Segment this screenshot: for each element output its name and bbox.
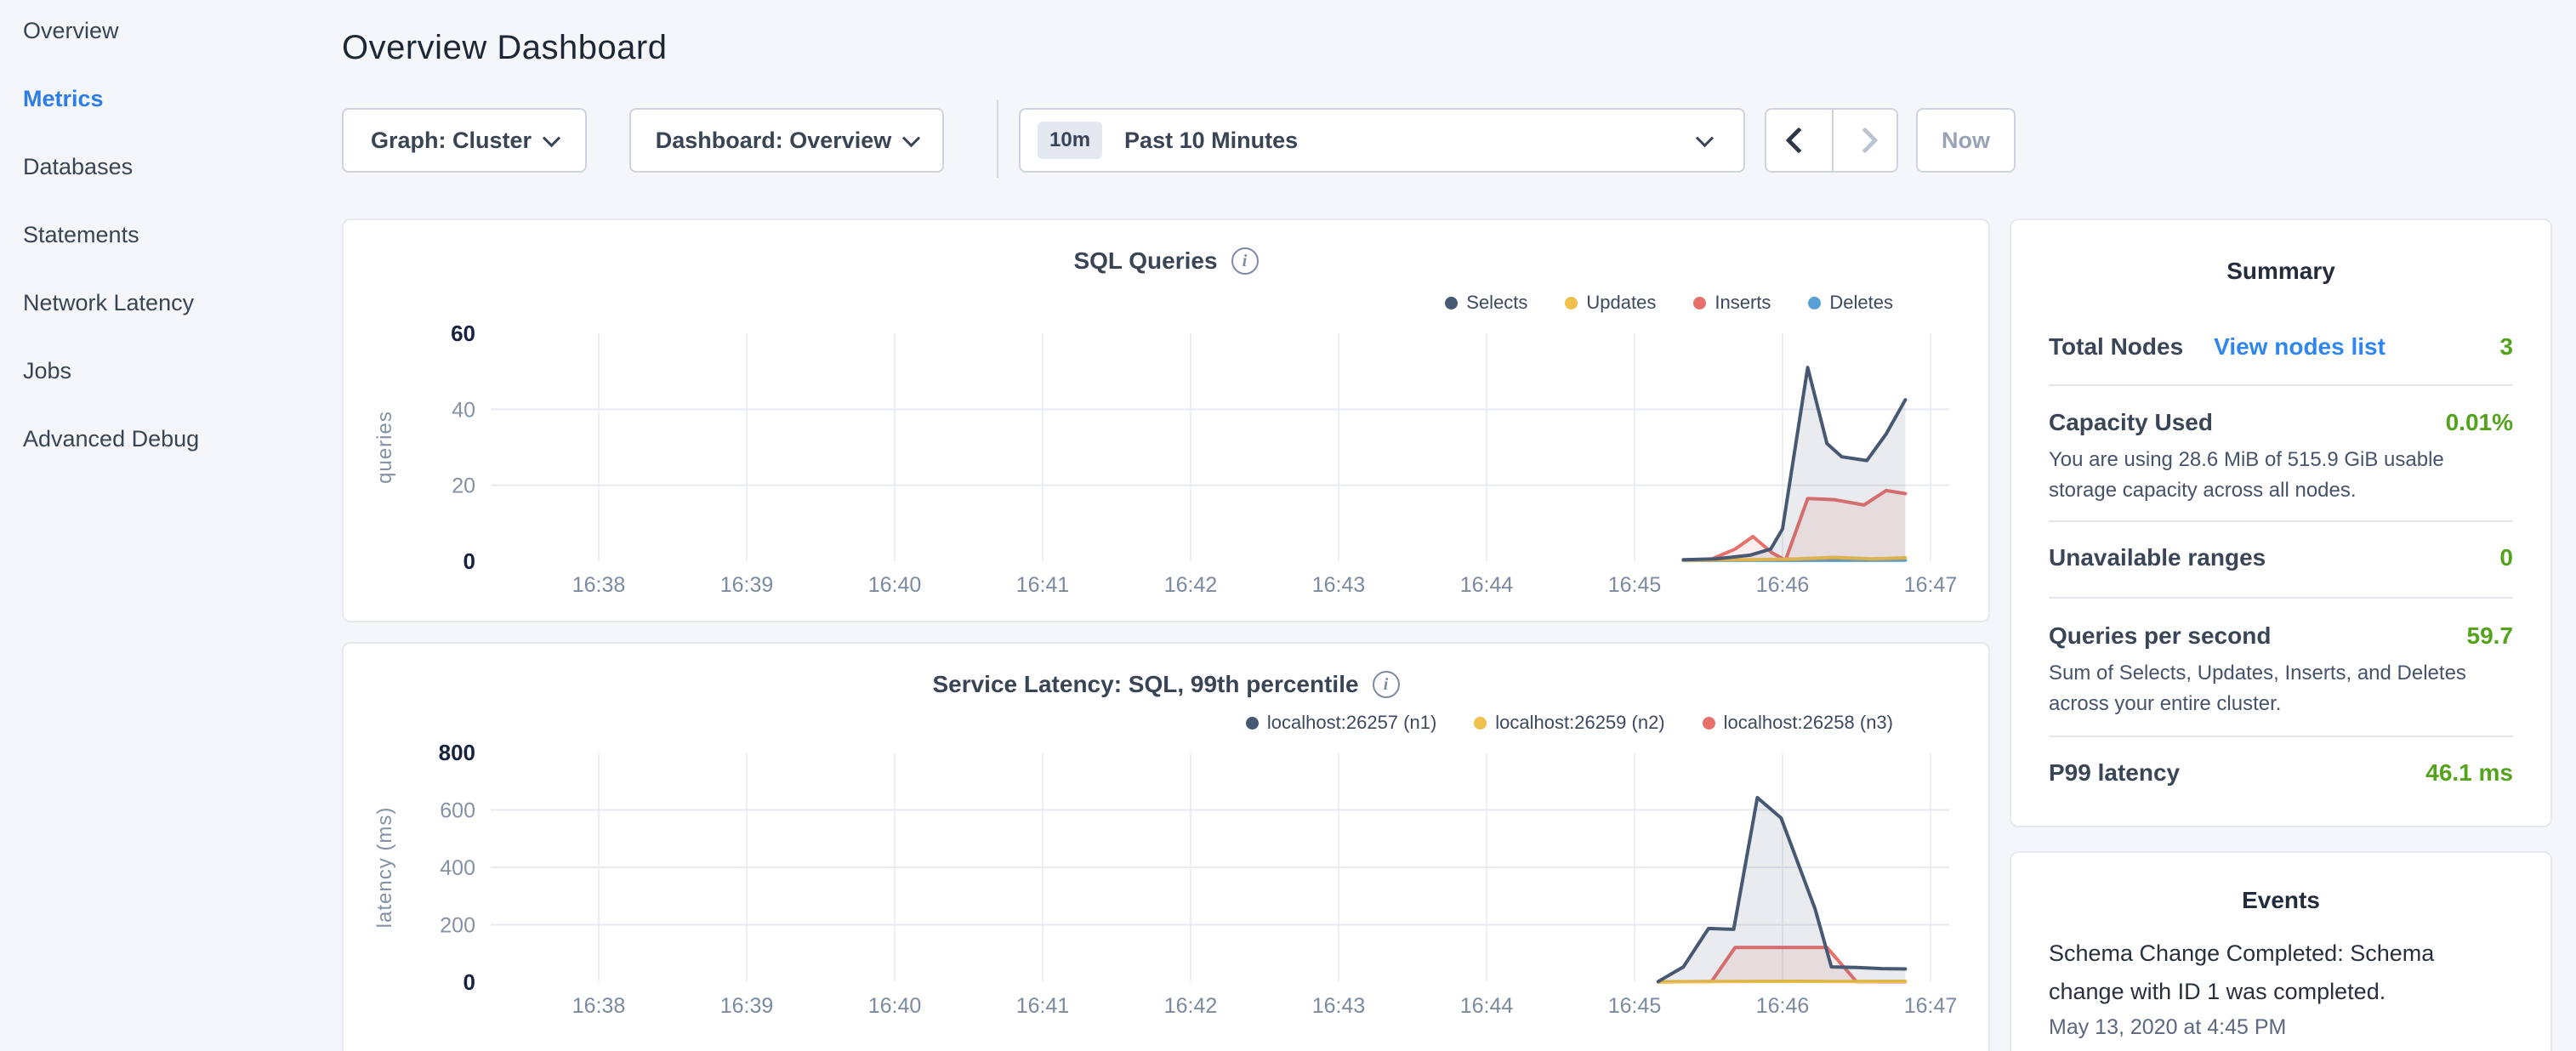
chevron-left-icon — [1786, 127, 1812, 153]
svg-text:16:46: 16:46 — [1756, 994, 1810, 1018]
svg-text:16:44: 16:44 — [1460, 994, 1514, 1018]
event-list-item[interactable]: Schema Change Completed: Schema change w… — [2049, 935, 2474, 1040]
p99-latency-label: P99 latency — [2049, 759, 2180, 787]
service-latency-chart-card: Service Latency: SQL, 99th percentile i … — [342, 642, 1990, 1051]
queries-per-second-label: Queries per second — [2049, 622, 2271, 650]
capacity-used-description: You are using 28.6 MiB of 515.9 GiB usab… — [2049, 445, 2513, 506]
svg-text:16:43: 16:43 — [1312, 573, 1366, 597]
svg-text:0: 0 — [463, 548, 475, 574]
svg-text:16:38: 16:38 — [572, 994, 626, 1018]
svg-text:16:42: 16:42 — [1164, 994, 1218, 1018]
svg-text:16:38: 16:38 — [572, 573, 626, 597]
time-range-dropdown[interactable]: 10m Past 10 Minutes — [1019, 108, 1745, 173]
svg-text:200: 200 — [440, 914, 475, 938]
divider — [2049, 736, 2513, 737]
unavailable-ranges-value: 0 — [2499, 544, 2513, 571]
time-range-label: Past 10 Minutes — [1124, 128, 1298, 154]
sidebar-item-jobs[interactable]: Jobs — [23, 360, 199, 383]
events-title: Events — [2011, 887, 2550, 914]
unavailable-ranges-label: Unavailable ranges — [2049, 544, 2266, 571]
svg-text:latency (ms): latency (ms) — [373, 807, 396, 929]
svg-text:60: 60 — [451, 321, 475, 346]
total-nodes-label: Total Nodes — [2049, 333, 2183, 361]
sidebar-item-network-latency[interactable]: Network Latency — [23, 292, 199, 315]
svg-text:400: 400 — [440, 856, 475, 880]
summary-row-total-nodes: Total Nodes View nodes list 3 — [2049, 333, 2513, 361]
sql-queries-chart-card: SQL Queries i Selects Updates Inserts De… — [342, 219, 1990, 622]
svg-text:16:47: 16:47 — [1904, 573, 1958, 597]
svg-text:16:46: 16:46 — [1756, 573, 1810, 597]
now-button[interactable]: Now — [1916, 108, 2016, 173]
svg-text:queries: queries — [373, 411, 396, 484]
svg-text:16:47: 16:47 — [1904, 994, 1958, 1018]
chevron-down-icon — [543, 129, 560, 147]
summary-row-capacity: Capacity Used 0.01% You are using 28.6 M… — [2049, 409, 2513, 506]
svg-text:16:39: 16:39 — [720, 994, 774, 1018]
svg-text:16:41: 16:41 — [1016, 573, 1070, 597]
capacity-used-value: 0.01% — [2446, 409, 2513, 436]
svg-text:16:43: 16:43 — [1312, 994, 1366, 1018]
event-message: Schema Change Completed: Schema change w… — [2049, 935, 2474, 1011]
time-range-badge: 10m — [1038, 122, 1102, 159]
chevron-right-icon — [1851, 127, 1878, 153]
svg-text:16:40: 16:40 — [868, 994, 922, 1018]
graph-source-dropdown[interactable]: Graph: Cluster — [342, 108, 587, 173]
svg-text:0: 0 — [463, 969, 475, 995]
summary-row-unavailable-ranges: Unavailable ranges 0 — [2049, 544, 2513, 571]
sidebar: Overview Metrics Databases Statements Ne… — [23, 20, 199, 451]
total-nodes-value: 3 — [2499, 333, 2513, 361]
divider — [2049, 384, 2513, 386]
summary-row-p99-latency: P99 latency 46.1 ms — [2049, 759, 2513, 787]
events-panel: Events Schema Change Completed: Schema c… — [2010, 851, 2552, 1051]
event-timestamp: May 13, 2020 at 4:45 PM — [2049, 1015, 2474, 1040]
p99-latency-value: 46.1 ms — [2425, 759, 2513, 787]
dashboard-dropdown[interactable]: Dashboard: Overview — [629, 108, 944, 173]
summary-row-qps: Queries per second 59.7 Sum of Selects, … — [2049, 622, 2513, 719]
summary-title: Summary — [2011, 258, 2550, 285]
time-next-button[interactable] — [1832, 110, 1897, 171]
sql-queries-chart[interactable]: 16:38 16:39 16:40 16:41 16:42 16:43 16:44 16:45… — [344, 220, 1992, 624]
svg-text:40: 40 — [452, 398, 475, 422]
capacity-used-label: Capacity Used — [2049, 409, 2213, 436]
queries-per-second-value: 59.7 — [2467, 622, 2514, 650]
svg-text:16:41: 16:41 — [1016, 994, 1070, 1018]
sidebar-item-databases[interactable]: Databases — [23, 156, 199, 179]
time-prev-button[interactable] — [1766, 110, 1832, 171]
svg-text:800: 800 — [439, 740, 475, 765]
service-latency-chart[interactable]: 16:38 16:39 16:40 16:41 16:42 16:43 16:44 16:45… — [344, 644, 1992, 1051]
page-title: Overview Dashboard — [342, 29, 668, 67]
dashboard-dropdown-label: Dashboard: Overview — [656, 128, 892, 154]
svg-text:20: 20 — [452, 474, 475, 498]
queries-per-second-description: Sum of Selects, Updates, Inserts, and De… — [2049, 658, 2513, 719]
graph-dropdown-label: Graph: Cluster — [371, 128, 532, 154]
svg-text:16:45: 16:45 — [1608, 994, 1662, 1018]
time-step-buttons — [1765, 108, 1898, 173]
summary-panel: Summary Total Nodes View nodes list 3 Ca… — [2010, 219, 2552, 827]
svg-text:16:42: 16:42 — [1164, 573, 1218, 597]
svg-text:16:45: 16:45 — [1608, 573, 1662, 597]
sidebar-item-overview[interactable]: Overview — [23, 20, 199, 43]
svg-text:600: 600 — [440, 799, 475, 823]
divider — [2049, 520, 2513, 522]
divider — [2049, 597, 2513, 599]
sidebar-item-advanced-debug[interactable]: Advanced Debug — [23, 428, 199, 451]
view-nodes-list-link[interactable]: View nodes list — [2214, 333, 2386, 361]
chevron-down-icon — [1696, 129, 1714, 147]
svg-text:16:39: 16:39 — [720, 573, 774, 597]
toolbar-divider — [997, 99, 998, 178]
svg-text:16:40: 16:40 — [868, 573, 922, 597]
chevron-down-icon — [902, 129, 920, 147]
sidebar-item-statements[interactable]: Statements — [23, 224, 199, 247]
sidebar-item-metrics[interactable]: Metrics — [23, 88, 199, 111]
svg-text:16:44: 16:44 — [1460, 573, 1514, 597]
